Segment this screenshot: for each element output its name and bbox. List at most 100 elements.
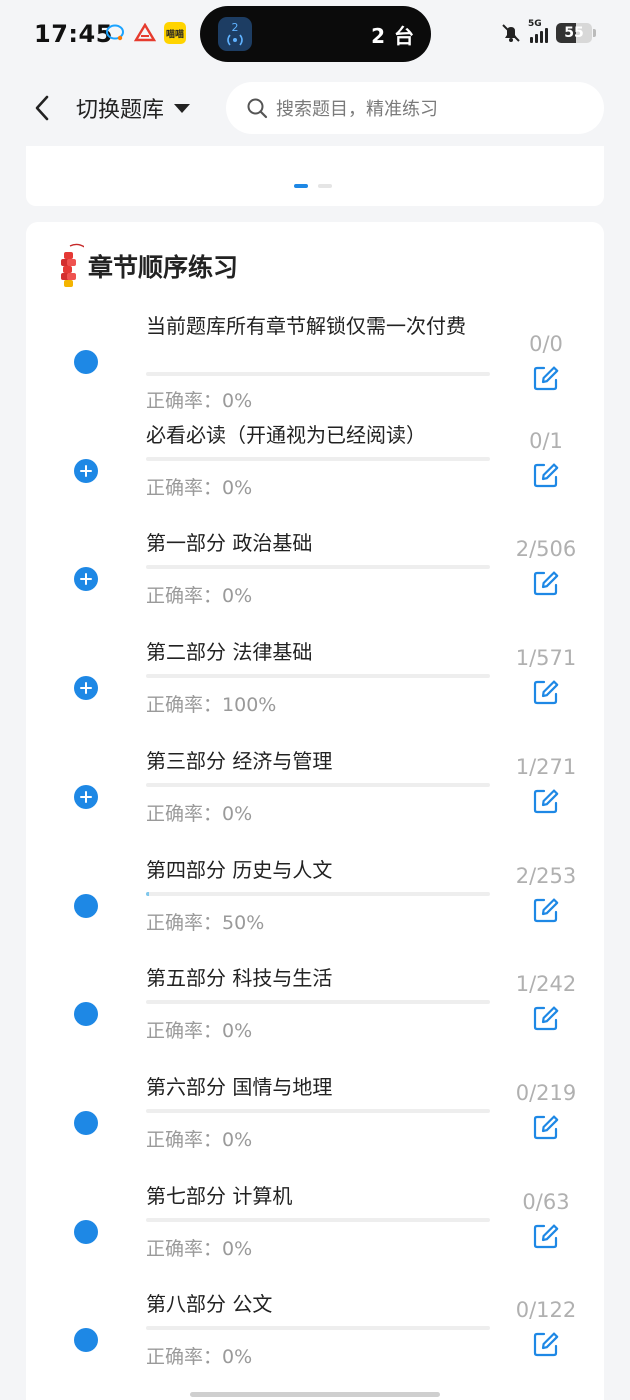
chapter-progress-bar: [146, 782, 490, 787]
accuracy-label: 正确率：: [146, 1237, 223, 1260]
chapter-title: 第五部分 科技与生活: [146, 966, 333, 991]
edit-practice-icon[interactable]: [532, 1222, 560, 1250]
top-nav: 切换题库 搜索题目，精准练习: [0, 80, 630, 136]
chapter-row[interactable]: 必看必读（开通视为已经阅读） 正确率：0% 0/1: [26, 419, 604, 527]
chapter-accuracy: 正确率：0%: [146, 1234, 252, 1261]
section-header: 章节顺序练习: [56, 242, 238, 290]
plus-icon: [80, 682, 92, 695]
muted-bell-icon: [500, 22, 522, 44]
chapter-count: 2/506: [515, 537, 577, 562]
chapter-progress-bar: [146, 456, 490, 461]
switch-bank-dropdown[interactable]: 切换题库: [76, 92, 191, 124]
signal-icon: 5G: [528, 19, 548, 43]
search-input[interactable]: 搜索题目，精准练习: [226, 82, 604, 134]
edit-practice-icon[interactable]: [532, 787, 560, 815]
chapter-title: 第一部分 政治基础: [146, 531, 313, 556]
chapter-progress-bar: [146, 891, 490, 896]
banner-card[interactable]: [26, 146, 604, 206]
status-dot-icon: [74, 1219, 98, 1244]
accuracy-value: 0%: [222, 1020, 253, 1043]
chapter-practice-card: 章节顺序练习 当前题库所有章节解锁仅需一次付费 正确率：0% 0/0 必看必读（开通视…: [26, 222, 604, 1400]
carousel-dot: [318, 184, 332, 188]
accuracy-label: 正确率：: [146, 911, 223, 934]
accuracy-label: 正确率：: [146, 1128, 223, 1151]
chapter-count: 0/1: [529, 428, 563, 453]
accuracy-value: 0%: [222, 476, 253, 499]
expand-plus-icon[interactable]: [74, 458, 98, 483]
status-bar: 17:45 喵喵 2 2 台 5G 55: [0, 0, 630, 68]
dynamic-island[interactable]: 2 2 台: [200, 6, 431, 62]
chapter-count: 0/0: [529, 332, 563, 356]
accuracy-value: 0%: [222, 390, 253, 412]
switch-bank-label: 切换题库: [76, 98, 165, 123]
accuracy-value: 0%: [222, 1346, 253, 1369]
chapter-progress-bar: [146, 674, 490, 679]
edit-practice-icon[interactable]: [532, 896, 560, 924]
chapter-accuracy: 正确率：0%: [146, 473, 252, 500]
chapter-progress-bar: [146, 565, 490, 570]
broadcast-icon: 2: [218, 17, 252, 51]
chapter-row[interactable]: 第六部分 国情与地理 正确率：0% 0/219: [26, 1071, 604, 1179]
caret-down-icon: [174, 103, 191, 113]
chapter-title: 第四部分 历史与人文: [146, 857, 333, 882]
chapter-count: 0/219: [515, 1080, 577, 1105]
chapter-count: 2/253: [515, 863, 577, 888]
edit-practice-icon[interactable]: [532, 569, 560, 597]
accuracy-label: 正确率：: [146, 1346, 223, 1369]
battery-indicator: 55: [556, 23, 596, 43]
edit-practice-icon[interactable]: [532, 1113, 560, 1141]
accuracy-value: 0%: [222, 1128, 253, 1151]
edit-practice-icon[interactable]: [532, 461, 560, 489]
accuracy-label: 正确率：: [146, 694, 223, 717]
accuracy-label: 正确率：: [146, 1020, 223, 1043]
expand-plus-icon[interactable]: [74, 567, 98, 592]
back-button[interactable]: [24, 90, 60, 126]
accuracy-value: 0%: [222, 802, 253, 825]
island-text: 2 台: [371, 23, 415, 48]
island-icon-number: 2: [231, 20, 239, 34]
notification-icons: 喵喵: [104, 22, 186, 44]
expand-plus-icon[interactable]: [74, 784, 98, 809]
search-icon: [247, 98, 268, 119]
search-placeholder: 搜索题目，精准练习: [276, 99, 438, 120]
firecracker-icon: [56, 242, 87, 290]
home-indicator[interactable]: [190, 1392, 440, 1397]
battery-icon: 55: [556, 23, 592, 43]
chapter-progress-fill: [146, 891, 149, 896]
edit-practice-icon[interactable]: [532, 1330, 560, 1358]
chapter-title: 第二部分 法律基础: [146, 640, 313, 665]
system-indicators: 5G 55: [500, 19, 596, 44]
chapter-row[interactable]: 第四部分 历史与人文 正确率：50% 2/253: [26, 854, 604, 962]
chapter-row[interactable]: 第二部分 法律基础 正确率：100% 1/571: [26, 636, 604, 744]
plus-icon: [80, 790, 92, 803]
carousel-indicator: [294, 184, 332, 188]
chapter-progress-bar: [146, 1326, 490, 1331]
chapter-title: 必看必读（开通视为已经阅读）: [146, 422, 426, 447]
chapter-row[interactable]: 第五部分 科技与生活 正确率：0% 1/242: [26, 962, 604, 1070]
status-dot-icon: [74, 1002, 98, 1027]
chapter-title: 第三部分 经济与管理: [146, 748, 333, 773]
chapter-count: 1/242: [515, 972, 577, 997]
accuracy-label: 正确率：: [146, 390, 223, 412]
edit-practice-icon[interactable]: [532, 1004, 560, 1032]
status-dot-icon: [74, 1110, 98, 1135]
chapter-accuracy: 正确率：0%: [146, 799, 252, 826]
chat-bubble-icon: [104, 22, 126, 44]
chapter-row[interactable]: 第八部分 公文 正确率：0% 0/122: [26, 1288, 604, 1396]
accuracy-value: 100%: [222, 694, 277, 717]
status-dot-icon: [74, 1328, 98, 1353]
chapter-row[interactable]: 第一部分 政治基础 正确率：0% 2/506: [26, 527, 604, 635]
chapter-row[interactable]: 当前题库所有章节解锁仅需一次付费 正确率：0% 0/0: [26, 310, 604, 418]
chapter-accuracy: 正确率：0%: [146, 1125, 252, 1152]
chapter-row[interactable]: 第七部分 计算机 正确率：0% 0/63: [26, 1180, 604, 1288]
edit-practice-icon[interactable]: [532, 678, 560, 706]
app-logo-icon: [134, 22, 156, 44]
chapter-progress-bar: [146, 372, 490, 376]
carousel-dot-active: [294, 184, 308, 188]
expand-plus-icon[interactable]: [74, 676, 98, 701]
chapter-accuracy: 正确率：50%: [146, 908, 264, 935]
edit-practice-icon[interactable]: [532, 364, 560, 392]
battery-level: 55: [564, 25, 584, 41]
chapter-count: 1/271: [515, 754, 577, 779]
chapter-row[interactable]: 第三部分 经济与管理 正确率：0% 1/271: [26, 745, 604, 853]
